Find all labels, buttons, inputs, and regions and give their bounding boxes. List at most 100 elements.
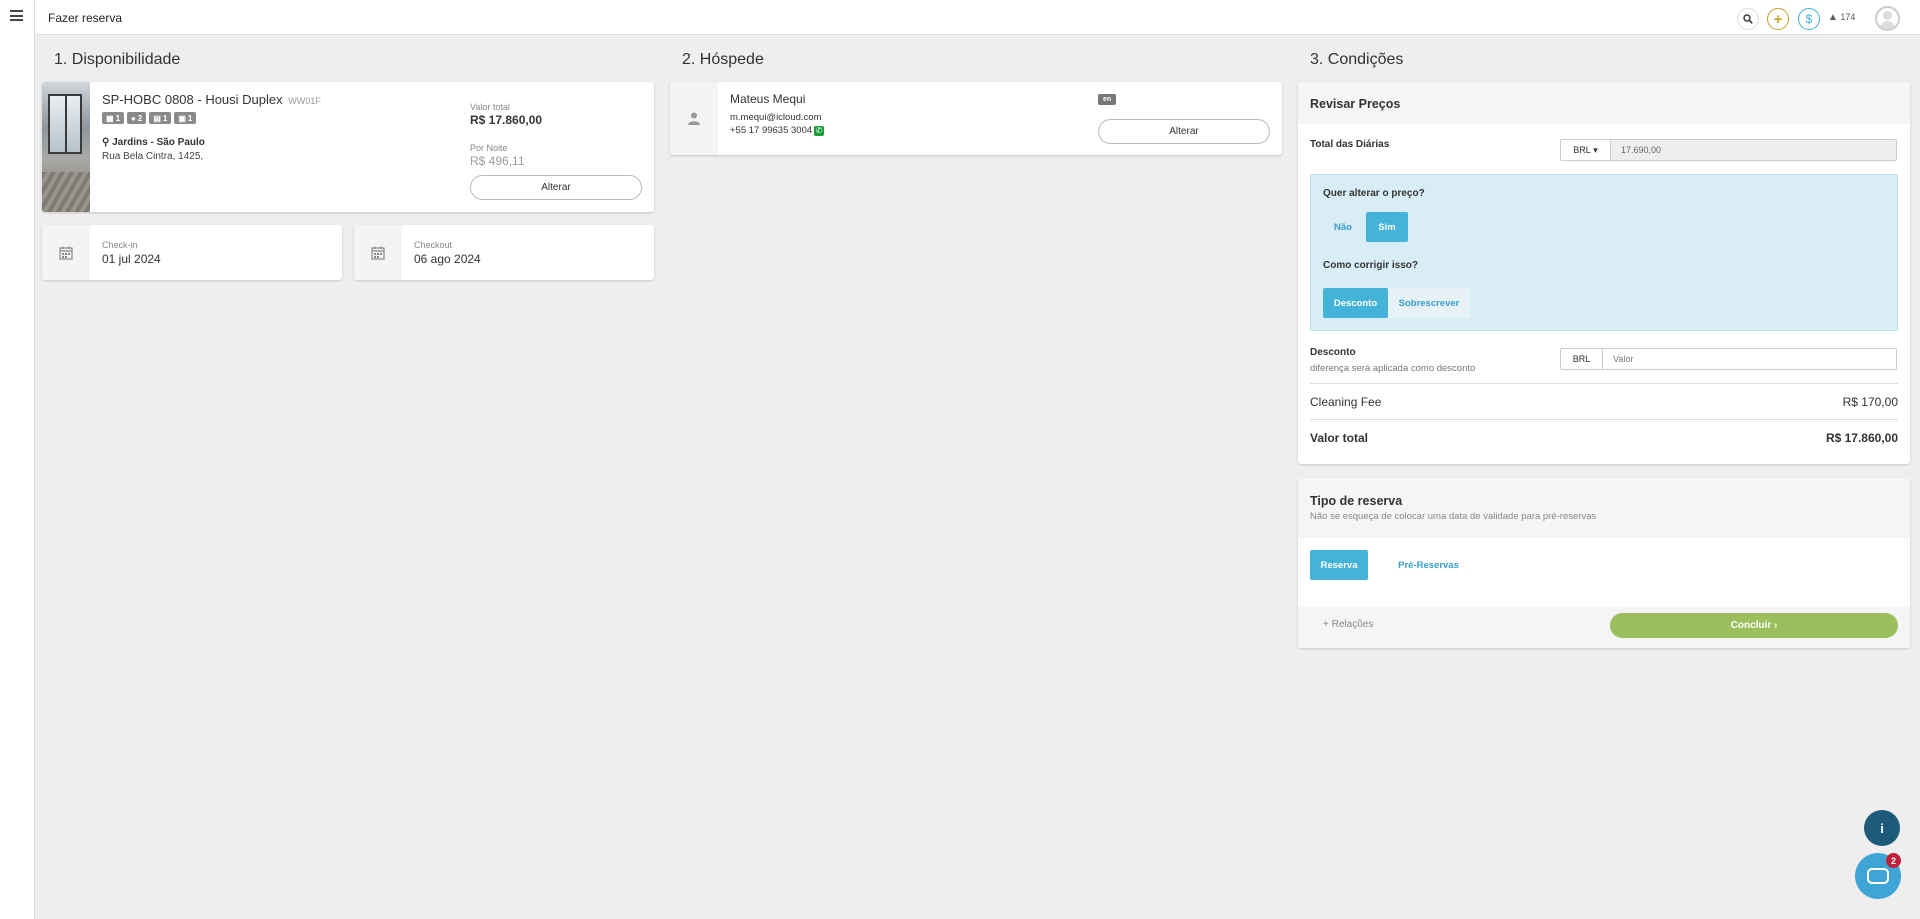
discount-input[interactable] xyxy=(1603,348,1897,370)
discount-field: BRL xyxy=(1560,348,1897,370)
beds-badge: ▤ 1 xyxy=(149,112,172,124)
currency-dropdown[interactable]: BRL ▾ xyxy=(1560,139,1611,161)
review-prices-card: Revisar Preços Total das Diárias BRL ▾ 1… xyxy=(1298,82,1910,464)
change-property-button[interactable]: Alterar xyxy=(470,175,642,200)
checkin-label: Check-in xyxy=(102,240,138,250)
guest-title: 2. Hóspede xyxy=(682,51,764,68)
no-button[interactable]: Não xyxy=(1323,212,1363,242)
discount-currency: BRL xyxy=(1560,348,1603,370)
per-night-label: Por Noite xyxy=(470,143,508,153)
change-guest-button[interactable]: Alterar xyxy=(1098,119,1270,144)
relations-link[interactable]: + Relações xyxy=(1323,619,1373,630)
availability-title: 1. Disponibilidade xyxy=(54,51,181,68)
daily-total-field: BRL ▾ 17.690,00 xyxy=(1560,139,1897,161)
chat-icon xyxy=(1867,868,1889,884)
total-value: R$ 17.860,00 xyxy=(470,113,543,127)
alerts-indicator[interactable]: ▲ 174 xyxy=(1828,12,1855,23)
relations-label: Relações xyxy=(1331,619,1374,630)
divider xyxy=(1310,383,1898,384)
booking-type-card: Tipo de reserva Não se esqueça de coloca… xyxy=(1298,478,1910,648)
total-value-label: Valor total xyxy=(470,102,510,112)
review-prices-header: Revisar Preços xyxy=(1298,82,1910,124)
checkout-card[interactable]: Checkout 06 ago 2024 xyxy=(354,225,654,280)
language-badge: en xyxy=(1098,94,1117,105)
property-location: ⚲ Jardins - São Paulo xyxy=(102,137,205,148)
user-icon xyxy=(670,82,718,155)
daily-total-label: Total das Diárias xyxy=(1310,139,1390,150)
caret-down-icon: ▾ xyxy=(1593,144,1598,155)
price-change-panel: Quer alterar o preço? Não Sim Como corri… xyxy=(1310,174,1898,331)
calendar-icon xyxy=(354,225,402,280)
property-address: Rua Bela Cintra, 1425, xyxy=(102,151,204,162)
menu-icon[interactable] xyxy=(10,10,23,21)
cleaning-fee-label: Cleaning Fee xyxy=(1310,395,1382,409)
info-icon[interactable]: i xyxy=(1864,810,1900,846)
change-price-question: Quer alterar o preço? xyxy=(1323,188,1425,199)
booking-type-title: Tipo de reserva xyxy=(1310,494,1403,508)
property-name-text: SP-HOBC 0808 - Housi Duplex xyxy=(102,92,283,107)
booking-type-subtitle: Não se esqueça de colocar uma data de va… xyxy=(1310,511,1597,522)
property-name: SP-HOBC 0808 - Housi Duplex WW01F xyxy=(102,92,321,107)
checkin-card[interactable]: Check-in 01 jul 2024 xyxy=(42,225,342,280)
property-location-text: Jardins - São Paulo xyxy=(112,137,205,148)
rooms-badge: ▦ 1 xyxy=(102,112,125,124)
dollar-icon[interactable]: $ xyxy=(1798,8,1820,30)
search-icon[interactable] xyxy=(1737,8,1759,30)
guest-card: Mateus Mequi m.mequi@icloud.com +55 17 9… xyxy=(670,82,1282,155)
conclude-label: Concluir xyxy=(1730,620,1772,631)
sidebar xyxy=(0,0,35,919)
booking-type-header: Tipo de reserva Não se esqueça de coloca… xyxy=(1298,478,1910,538)
property-photo xyxy=(42,82,90,212)
pre-reserve-button[interactable]: Pré-Reservas xyxy=(1376,550,1481,580)
chat-unread-badge: 2 xyxy=(1886,853,1901,868)
property-code: WW01F xyxy=(288,96,321,106)
discount-note: diferença será aplicada como desconto xyxy=(1310,363,1476,374)
whatsapp-icon[interactable]: ✆ xyxy=(814,125,825,136)
add-icon[interactable]: + xyxy=(1767,8,1789,30)
grand-total-label: Valor total xyxy=(1310,431,1369,445)
conclude-button[interactable]: Concluir › xyxy=(1610,613,1898,638)
chevron-right-icon: › xyxy=(1774,620,1778,631)
avatar[interactable] xyxy=(1875,6,1900,31)
guest-phone: +55 17 99635 3004 ✆ xyxy=(730,125,825,136)
checkout-value: 06 ago 2024 xyxy=(414,252,481,266)
baths-count: 1 xyxy=(187,113,193,123)
chat-button[interactable]: 2 xyxy=(1855,853,1901,899)
conditions-title: 3. Condições xyxy=(1310,51,1404,68)
guest-name: Mateus Mequi xyxy=(730,92,806,106)
guests-count: 2 xyxy=(137,113,143,123)
checkout-label: Checkout xyxy=(414,240,453,250)
person-icon: ● xyxy=(131,113,136,123)
fix-question: Como corrigir isso? xyxy=(1323,260,1419,271)
discount-label: Desconto xyxy=(1310,347,1356,358)
divider xyxy=(1310,419,1898,420)
checkin-value: 01 jul 2024 xyxy=(102,252,161,266)
currency-value: BRL xyxy=(1573,145,1591,155)
plus-icon: + xyxy=(1323,619,1329,630)
bed-icon: ▤ xyxy=(153,113,161,123)
property-card: SP-HOBC 0808 - Housi Duplex WW01F ▦ 1 ● 2 … xyxy=(42,82,654,212)
guest-phone-text: +55 17 99635 3004 xyxy=(730,125,813,136)
review-prices-title: Revisar Preços xyxy=(1310,97,1401,111)
per-night-value: R$ 496,11 xyxy=(470,154,525,168)
discount-option-button[interactable]: Desconto xyxy=(1323,288,1388,318)
alerts-count: 174 xyxy=(1840,12,1856,22)
daily-total-input: 17.690,00 xyxy=(1611,139,1897,161)
guest-email: m.mequi@icloud.com xyxy=(730,112,822,123)
grand-total-value: R$ 17.860,00 xyxy=(1825,431,1898,445)
booking-type-footer: + Relações Concluir › xyxy=(1298,607,1910,648)
cleaning-fee-value: R$ 170,00 xyxy=(1842,395,1898,409)
calendar-icon xyxy=(42,225,90,280)
baths-badge: ▣ 1 xyxy=(174,112,197,124)
guests-badge: ● 2 xyxy=(127,112,147,124)
bath-icon: ▣ xyxy=(178,113,186,123)
yes-button[interactable]: Sim xyxy=(1366,212,1408,242)
page-title: Fazer reserva xyxy=(48,11,123,25)
reserve-button[interactable]: Reserva xyxy=(1310,550,1368,580)
top-bar: Fazer reserva + $ ▲ 174 xyxy=(35,0,1920,35)
door-icon: ▦ xyxy=(106,113,114,123)
property-badges: ▦ 1 ● 2 ▤ 1 ▣ 1 xyxy=(102,112,197,124)
map-marker-icon: ⚲ xyxy=(102,137,110,148)
beds-count: 1 xyxy=(162,113,168,123)
overwrite-option-button[interactable]: Sobrescrever xyxy=(1388,288,1470,318)
